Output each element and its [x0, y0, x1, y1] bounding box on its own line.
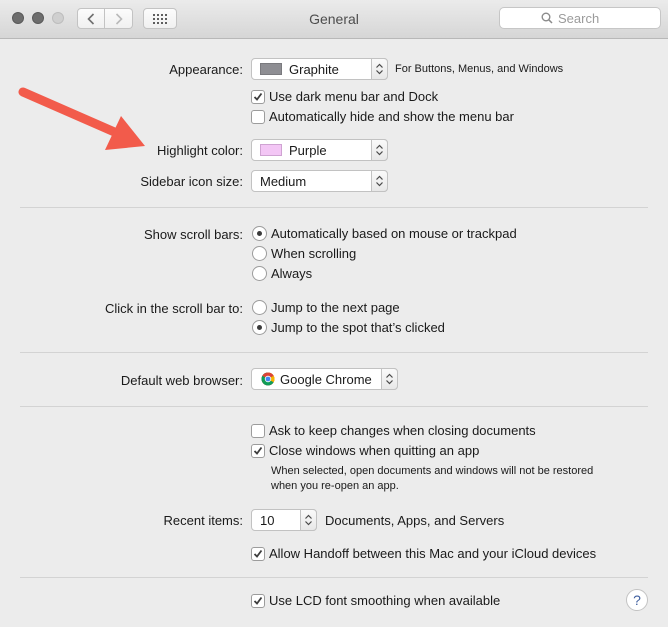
scroll-bars-always-label: Always — [271, 266, 313, 281]
window-toolbar: General — [0, 0, 668, 39]
jump-next-page-label: Jump to the next page — [271, 300, 400, 315]
chrome-icon — [261, 372, 275, 386]
recent-items-suffix: Documents, Apps, and Servers — [325, 513, 505, 528]
separator — [20, 207, 648, 208]
graphite-swatch — [260, 63, 282, 75]
jump-to-spot-label: Jump to the spot that’s clicked — [271, 320, 445, 335]
lcd-smoothing-checkbox[interactable] — [251, 594, 265, 608]
handoff-checkbox[interactable] — [251, 547, 265, 561]
dark-menu-label: Use dark menu bar and Dock — [269, 89, 439, 104]
show-scroll-bars-label: Show scroll bars: — [144, 227, 243, 242]
scroll-bars-auto-radio[interactable] — [252, 226, 267, 241]
scroll-bars-always-radio[interactable] — [252, 266, 267, 281]
appearance-value: Graphite — [289, 62, 339, 77]
up-down-chevron-icon — [376, 144, 383, 156]
checkmark-icon — [253, 92, 263, 101]
close-windows-note-line1: When selected, open documents and window… — [271, 465, 594, 477]
checkmark-icon — [253, 446, 263, 455]
jump-to-spot-radio[interactable] — [252, 320, 267, 335]
purple-swatch — [260, 144, 282, 156]
popup-arrows — [381, 368, 398, 390]
separator — [20, 577, 648, 578]
appearance-label: Appearance: — [169, 62, 243, 77]
appearance-popup[interactable]: Graphite — [251, 58, 388, 80]
lcd-smoothing-label: Use LCD font smoothing when available — [269, 593, 501, 608]
up-down-chevron-icon — [305, 514, 312, 526]
close-windows-checkbox[interactable] — [251, 444, 265, 458]
search-input[interactable] — [558, 9, 653, 27]
popup-arrows — [371, 170, 388, 192]
click-scroll-bar-label: Click in the scroll bar to: — [105, 301, 243, 316]
ask-keep-changes-checkbox[interactable] — [251, 424, 265, 438]
close-windows-label: Close windows when quitting an app — [269, 443, 480, 458]
default-browser-popup[interactable]: Google Chrome — [251, 368, 398, 390]
search-icon — [541, 12, 553, 24]
auto-hide-menu-label: Automatically hide and show the menu bar — [269, 109, 514, 124]
sidebar-icon-size-value: Medium — [260, 174, 307, 189]
popup-arrows — [371, 139, 388, 161]
handoff-label: Allow Handoff between this Mac and your … — [269, 546, 597, 561]
scroll-bars-when-scrolling-label: When scrolling — [271, 246, 357, 261]
checkmark-icon — [253, 596, 263, 605]
recent-items-popup[interactable]: 10 — [251, 509, 317, 531]
appearance-note: For Buttons, Menus, and Windows — [395, 63, 564, 75]
scroll-bars-when-scrolling-radio[interactable] — [252, 246, 267, 261]
ask-keep-changes-label: Ask to keep changes when closing documen… — [269, 423, 536, 438]
up-down-chevron-icon — [386, 373, 393, 385]
recent-items-label: Recent items: — [163, 513, 243, 528]
separator — [20, 406, 648, 407]
jump-next-page-radio[interactable] — [252, 300, 267, 315]
default-browser-value: Google Chrome — [280, 372, 372, 387]
scroll-bars-auto-label: Automatically based on mouse or trackpad — [271, 226, 517, 241]
close-windows-note-line2: when you re-open an app. — [271, 480, 399, 492]
highlight-color-label: Highlight color: — [157, 143, 243, 158]
annotation-arrow-icon — [18, 87, 145, 150]
up-down-chevron-icon — [376, 175, 383, 187]
default-browser-label: Default web browser: — [120, 373, 243, 388]
highlight-color-popup[interactable]: Purple — [251, 139, 388, 161]
popup-arrows — [300, 509, 317, 531]
help-button[interactable]: ? — [626, 589, 648, 611]
auto-hide-menu-checkbox[interactable] — [251, 110, 265, 124]
search-field[interactable] — [499, 7, 661, 29]
sidebar-icon-size-label: Sidebar icon size: — [140, 174, 243, 189]
dark-menu-checkbox[interactable] — [251, 90, 265, 104]
recent-items-value: 10 — [260, 513, 275, 528]
separator — [20, 352, 648, 353]
popup-arrows — [371, 58, 388, 80]
checkmark-icon — [253, 549, 263, 558]
highlight-color-value: Purple — [289, 143, 327, 158]
up-down-chevron-icon — [376, 63, 383, 75]
sidebar-icon-size-popup[interactable]: Medium — [251, 170, 388, 192]
